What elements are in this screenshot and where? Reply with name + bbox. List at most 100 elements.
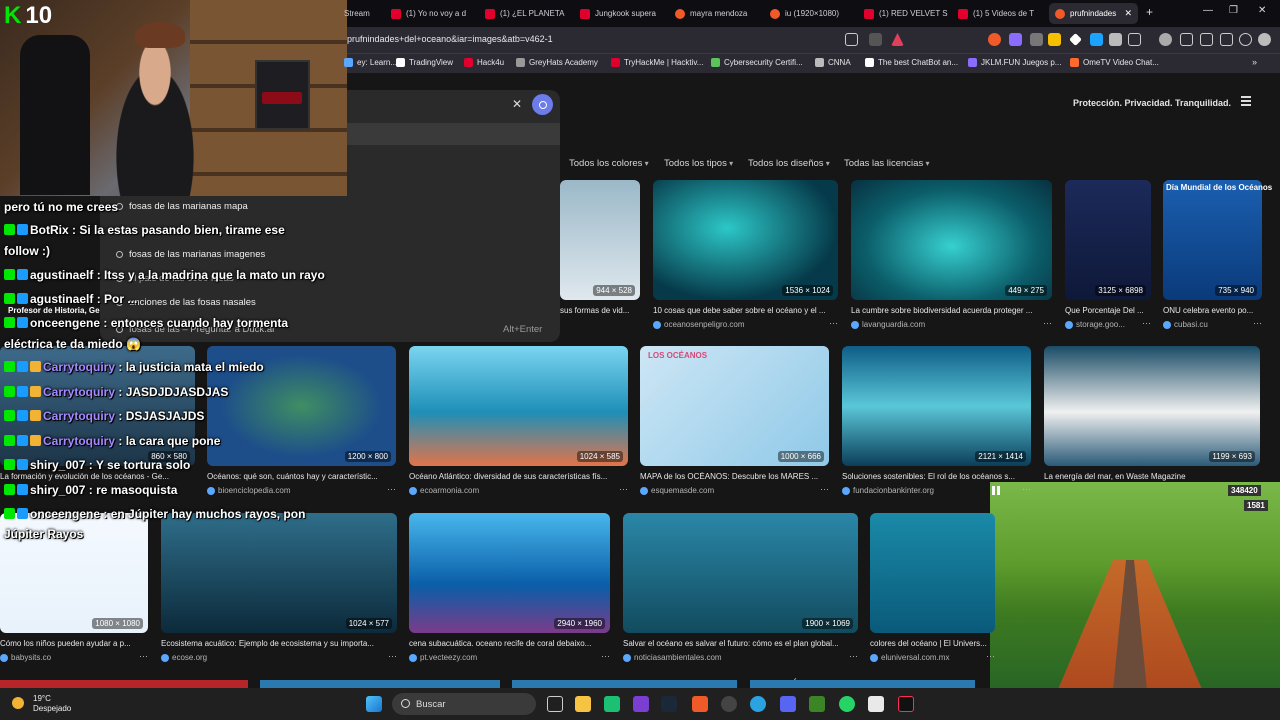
image-thumbnail[interactable] bbox=[851, 180, 1052, 300]
more-options-icon[interactable]: ··· bbox=[829, 318, 838, 328]
image-thumbnail[interactable] bbox=[0, 680, 248, 688]
image-caption[interactable]: cena subacuática. oceano recife de coral… bbox=[409, 639, 610, 648]
image-source[interactable]: storage.goo... bbox=[1065, 320, 1125, 329]
image-source[interactable]: esquemasde.com bbox=[640, 486, 714, 495]
suggestion-item[interactable]: fosas de las marianas mapa bbox=[116, 201, 248, 212]
image-caption[interactable]: Soluciones sostenibles: El rol de los oc… bbox=[842, 472, 1031, 481]
start-icon[interactable] bbox=[366, 696, 382, 712]
image-caption[interactable]: Océanos: qué son, cuántos hay y caracter… bbox=[207, 472, 396, 481]
image-card[interactable]: 1024 × 577 Ecosistema acuático: Ejemplo d… bbox=[161, 513, 397, 669]
image-caption[interactable]: 10 cosas que debe saber sobre el océano … bbox=[653, 306, 838, 315]
tab-active[interactable]: prufnindades ✕ bbox=[1049, 3, 1138, 24]
image-thumbnail[interactable] bbox=[623, 513, 858, 633]
image-caption[interactable]: sus formas de vid... bbox=[560, 306, 640, 315]
image-caption[interactable]: La formación y evolución de los océanos … bbox=[0, 472, 195, 481]
filter-license[interactable]: Todas las licencias bbox=[844, 158, 929, 169]
image-thumbnail[interactable] bbox=[409, 513, 610, 633]
url-field[interactable]: prufnindades+del+oceano&iar=images&atb=v… bbox=[347, 34, 553, 44]
image-card[interactable]: 735 × 940 ONU celebra evento po... cubasi.… bbox=[1163, 180, 1262, 336]
bookmark-item[interactable]: Cybersecurity Certifi... bbox=[711, 58, 803, 67]
new-tab-button[interactable]: + bbox=[1146, 5, 1153, 19]
maximize-button[interactable]: ❐ bbox=[1229, 5, 1238, 16]
image-thumbnail[interactable] bbox=[842, 346, 1031, 466]
tab-item[interactable]: (1) 5 Videos de T bbox=[958, 3, 1044, 24]
more-options-icon[interactable]: ··· bbox=[1142, 318, 1151, 328]
more-options-icon[interactable]: ··· bbox=[601, 651, 610, 661]
image-source[interactable]: pt.vecteezy.com bbox=[409, 653, 477, 662]
bookmark-item[interactable]: ey: Learn... bbox=[344, 58, 397, 67]
bookmark-item[interactable]: TradingView bbox=[396, 58, 453, 67]
vpn-icon[interactable] bbox=[1239, 33, 1252, 46]
menu-icon[interactable] bbox=[1258, 33, 1271, 46]
file-explorer-icon[interactable] bbox=[575, 696, 591, 712]
app-icon[interactable] bbox=[868, 696, 884, 712]
image-card[interactable]: 1024 × 585 Océano Atlántico: diversidad d… bbox=[409, 346, 628, 502]
close-tab-icon[interactable]: ✕ bbox=[1124, 8, 1132, 19]
tab-item[interactable]: mayra mendoza bbox=[675, 3, 761, 24]
more-options-icon[interactable]: ··· bbox=[986, 651, 995, 661]
task-view-icon[interactable] bbox=[547, 696, 563, 712]
bookmarks-overflow-icon[interactable]: » bbox=[1252, 57, 1257, 67]
image-thumbnail[interactable] bbox=[640, 346, 829, 466]
brave-icon[interactable] bbox=[692, 696, 708, 712]
image-source[interactable]: cubasi.cu bbox=[1163, 320, 1208, 329]
image-caption[interactable]: La cumbre sobre biodiversidad acuerda pr… bbox=[851, 306, 1052, 315]
image-card[interactable]: 1000 × 666 MAPA de los OCÉANOS: Descubre … bbox=[640, 346, 829, 502]
bookmark-item[interactable]: CNNA bbox=[815, 58, 851, 67]
image-card[interactable]: 3125 × 6898 Que Porcentaje Del ... storage… bbox=[1065, 180, 1151, 336]
close-window-button[interactable]: ✕ bbox=[1258, 5, 1266, 16]
image-thumbnail[interactable] bbox=[870, 513, 995, 633]
tab-item[interactable]: (1) ¿EL PLANETA bbox=[485, 3, 571, 24]
image-card[interactable]: colores del océano | El Univers... eluniv… bbox=[870, 513, 995, 669]
image-source[interactable]: babysits.co bbox=[0, 653, 51, 662]
discord-icon[interactable] bbox=[780, 696, 796, 712]
extension-icon[interactable] bbox=[1048, 33, 1061, 46]
filter-color[interactable]: Todos los colores bbox=[569, 158, 649, 169]
more-options-icon[interactable]: ··· bbox=[849, 651, 858, 661]
taskbar-search[interactable]: Buscar bbox=[392, 693, 536, 715]
image-caption[interactable]: Cómo los niños pueden ayudar a p... bbox=[0, 639, 148, 648]
bookmark-item[interactable]: GreyHats Academy bbox=[516, 58, 598, 67]
image-source[interactable]: lavanguardia.com bbox=[851, 320, 925, 329]
more-options-icon[interactable]: ··· bbox=[1043, 318, 1052, 328]
image-card[interactable]: 1199 × 693 La energía del mar, en Waste M… bbox=[1044, 346, 1260, 502]
tab-item[interactable]: iu (1920×1080) bbox=[770, 3, 856, 24]
sidebar-icon[interactable] bbox=[1180, 33, 1193, 46]
image-caption[interactable]: ONU celebra evento po... bbox=[1163, 306, 1262, 315]
more-options-icon[interactable]: ··· bbox=[1022, 484, 1031, 494]
image-source[interactable]: bioenciclopedia.com bbox=[207, 486, 291, 495]
image-thumbnail[interactable] bbox=[512, 680, 737, 688]
tab-item[interactable]: Jungkook supera bbox=[580, 3, 666, 24]
more-options-icon[interactable]: ··· bbox=[619, 484, 628, 494]
tab-item[interactable]: (1) RED VELVET S bbox=[864, 3, 950, 24]
extension-icon[interactable] bbox=[1090, 33, 1103, 46]
image-card[interactable]: 1900 × 1069 Salvar el océano es salvar el… bbox=[623, 513, 858, 669]
image-caption[interactable]: MAPA de los OCÉANOS: Descubre los MARES … bbox=[640, 472, 829, 481]
image-caption[interactable]: La energía del mar, en Waste Magazine bbox=[1044, 472, 1260, 481]
whatsapp-icon[interactable] bbox=[839, 696, 855, 712]
image-thumbnail[interactable] bbox=[260, 680, 500, 688]
app-icon[interactable] bbox=[604, 696, 620, 712]
image-thumbnail[interactable] bbox=[1065, 180, 1151, 300]
image-source[interactable]: oceanosenpeligro.com bbox=[653, 320, 745, 329]
image-card[interactable]: 1536 × 1024 10 cosas que debe saber sobre… bbox=[653, 180, 838, 336]
bookmark-item[interactable]: TryHackMe | Hacktiv... bbox=[611, 58, 703, 67]
image-thumbnail[interactable] bbox=[653, 180, 838, 300]
image-caption[interactable]: Que Porcentaje Del ... bbox=[1065, 306, 1151, 315]
image-card[interactable]: 449 × 275 La cumbre sobre biodiversidad a… bbox=[851, 180, 1052, 336]
image-thumbnail[interactable] bbox=[409, 346, 628, 466]
image-caption[interactable]: Salvar el océano es salvar el futuro: có… bbox=[623, 639, 858, 648]
image-thumbnail[interactable] bbox=[560, 180, 640, 300]
image-card[interactable]: 2940 × 1960 cena subacuática. oceano reci… bbox=[409, 513, 610, 669]
search-button[interactable] bbox=[532, 94, 553, 115]
bookmark-item[interactable]: The best ChatBot an... bbox=[865, 58, 958, 67]
image-source[interactable]: eluniversal.com.mx bbox=[870, 653, 949, 662]
image-source[interactable]: noticiasambientales.com bbox=[623, 653, 722, 662]
hamburger-icon[interactable] bbox=[1241, 96, 1251, 106]
music-icon[interactable] bbox=[1159, 33, 1172, 46]
app-icon[interactable] bbox=[721, 696, 737, 712]
more-options-icon[interactable]: ··· bbox=[139, 651, 148, 661]
obsidian-icon[interactable] bbox=[633, 696, 649, 712]
image-thumbnail[interactable] bbox=[1044, 346, 1260, 466]
extension-icon[interactable] bbox=[1109, 33, 1122, 46]
